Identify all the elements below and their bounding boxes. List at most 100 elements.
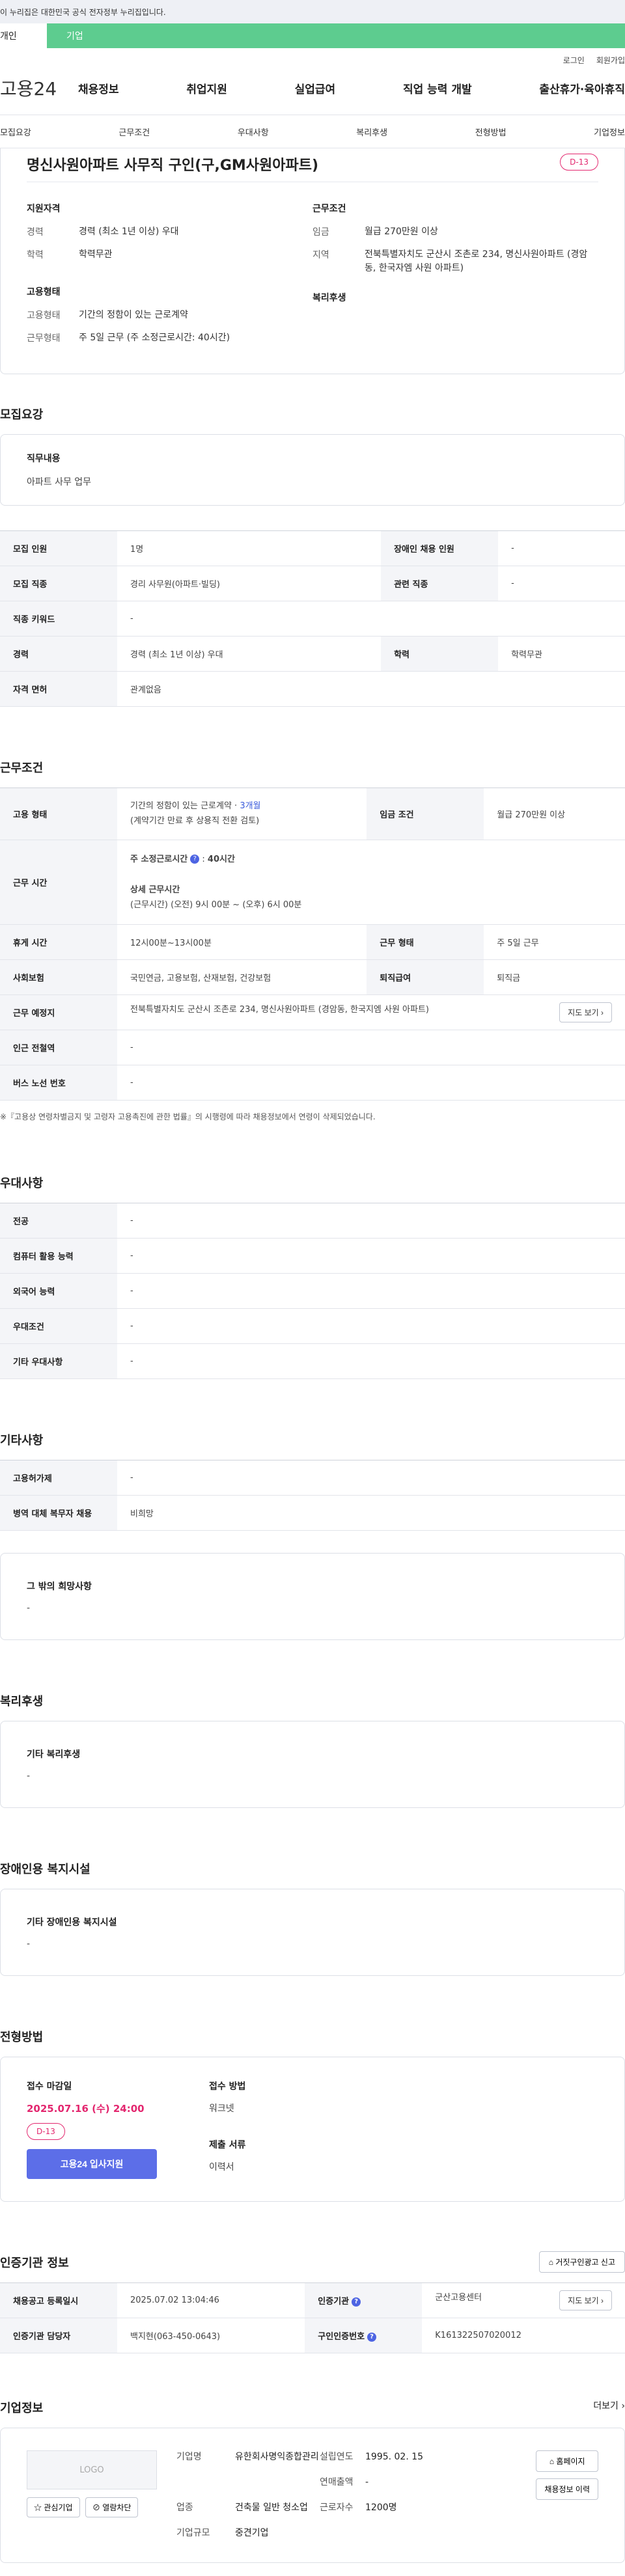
cell-value: 주 5일 근무 — [484, 924, 625, 960]
tab-selection[interactable]: 전형방법 — [475, 126, 507, 138]
cell-label: 휴게 시간 — [0, 924, 117, 960]
page: 이 누리집은 대한민국 공식 전자정부 누리집입니다. 개인 기업 로그인 회원… — [0, 0, 625, 2563]
help-icon[interactable]: ? — [352, 2297, 361, 2307]
cell-label: 임금 조건 — [367, 788, 484, 840]
table-row: 우대조건 - — [0, 1308, 625, 1344]
label: 근무형태 — [27, 333, 61, 344]
label: 지역 — [312, 250, 329, 260]
cell-label: 경력 — [0, 636, 117, 672]
job-history-button[interactable]: 채용정보 이력 — [536, 2478, 598, 2500]
gnb-item-parental-leave[interactable]: 출산휴가·육아휴직 — [539, 80, 625, 96]
cell-value: 기간의 정함이 있는 근로계약 · 3개월 (계약기간 만료 후 상용직 전환 … — [117, 788, 367, 840]
job-summary-card: 명신사원아파트 사무직 구인(구,GM사원아파트) D-13 지원자격 경력 경… — [0, 148, 625, 374]
duty-heading: 직무내용 — [27, 454, 61, 464]
cell-label: 근무 예정지 — [0, 994, 117, 1030]
cert-header: 인증기관 정보 ⌂ 거짓구인광고 신고 — [0, 2251, 625, 2273]
cell-value: 2025.07.02 13:04:46 — [117, 2282, 305, 2318]
cert-map-button[interactable]: 지도 보기 › — [559, 2290, 612, 2310]
cell-label: 전공 — [0, 1203, 117, 1239]
cell-label: 자격 면허 — [0, 671, 117, 707]
label: 임금 — [312, 227, 329, 238]
label-text: 인증기관 — [318, 2297, 350, 2307]
welfare-body: - — [27, 1771, 31, 1781]
summary-career: 경력 경력 (최소 1년 이상) 우대 — [27, 225, 312, 239]
cell-value: - — [117, 601, 625, 637]
login-link[interactable]: 로그인 — [563, 55, 585, 66]
company-header: 기업정보 더보기 › — [0, 2399, 625, 2416]
label: 기업규모 — [176, 2528, 210, 2538]
cell-value: 경리 사무원(아파트·빌딩) — [117, 566, 382, 601]
cell-value: - — [117, 1343, 625, 1379]
preference-table: 전공 - 컴퓨터 활용 능력 - 외국어 능력 - 우대조건 - 기타 우대사항 - — [0, 1203, 625, 1379]
table-row: 인근 전철역 - — [0, 1030, 625, 1065]
table-row: 근무 예정지 지도 보기 › 전북특별자치도 군산시 조촌로 234, 명신사원… — [0, 994, 625, 1030]
summary-right: 근무조건 임금 월급 270만원 이상 지역 전북특별자치도 군산시 조촌로 2… — [312, 202, 598, 354]
cell-label: 근무 형태 — [367, 924, 484, 960]
tab-company-info[interactable]: 기업정보 — [594, 126, 625, 138]
gnb-item-employment-support[interactable]: 취업지원 — [186, 80, 227, 96]
company-card: LOGO ☆ 관심기업 ⊘ 열람차단 기업명 유한회사명익종합관리 설립연도 1… — [0, 2428, 625, 2563]
report-button[interactable]: ⌂ 거짓구인광고 신고 — [538, 2251, 625, 2273]
favorite-company-button[interactable]: ☆ 관심기업 — [27, 2497, 80, 2517]
gnb-item-vocational-training[interactable]: 직업 능력 개발 — [403, 80, 472, 96]
table-row: 컴퓨터 활용 능력 - — [0, 1238, 625, 1274]
cell-value: - — [117, 1460, 625, 1496]
block-company-button[interactable]: ⊘ 열람차단 — [85, 2497, 139, 2517]
gnb-item-unemployment-benefit[interactable]: 실업급여 — [295, 80, 336, 96]
help-icon[interactable]: ? — [367, 2332, 377, 2342]
cell-value: 국민연금, 고용보험, 산재보험, 건강보험 — [117, 959, 367, 995]
signup-link[interactable]: 회원가입 — [596, 55, 625, 66]
homepage-button[interactable]: ⌂ 홈페이지 — [536, 2450, 598, 2472]
preference-title: 우대사항 — [0, 1177, 44, 1190]
deadline-label: 접수 마감일 — [27, 2081, 72, 2092]
employee-count: 1200명 — [365, 2502, 397, 2513]
label: 연매출액 — [320, 2477, 354, 2487]
gnb-menu: 채용정보 취업지원 실업급여 직업 능력 개발 출산휴가·육아휴직 — [78, 80, 625, 96]
cell-label: 근무 시간 — [0, 840, 117, 925]
tab-welfare[interactable]: 복리후생 — [356, 126, 387, 138]
cell-value: 12시00분~13시00분 — [117, 924, 367, 960]
welfare-heading: 복리후생 — [312, 293, 346, 303]
detail-hours-value: (근무시간) (오전) 9시 00분 ~ (오후) 6시 00분 — [130, 899, 302, 910]
cell-label: 직종 키워드 — [0, 601, 117, 637]
docs-label: 제출 서류 — [209, 2140, 246, 2150]
detail-hours-label: 상세 근무시간 — [130, 884, 180, 895]
cell-value: 경력 (최소 1년 이상) 우대 — [117, 636, 382, 672]
table-row: 모집 인원 1명 장애인 채용 인원 - — [0, 530, 625, 566]
table-row: 버스 노선 번호 - — [0, 1065, 625, 1101]
table-row: 채용공고 등록일시 2025.07.02 13:04:46 인증기관? 군산고용… — [0, 2282, 625, 2318]
user-type-tabs: 개인 기업 — [0, 23, 625, 48]
employment-heading: 고용형태 — [27, 287, 61, 297]
company-actions: ⌂ 홈페이지 채용정보 이력 — [536, 2450, 598, 2540]
cell-value: - — [498, 566, 625, 601]
gnb-item-jobs[interactable]: 채용정보 — [78, 80, 119, 96]
apply-button[interactable]: 고용24 입사지원 — [27, 2149, 157, 2179]
tab-recruit[interactable]: 모집요강 — [0, 126, 31, 138]
tab-work-conditions[interactable]: 근무조건 — [118, 126, 150, 138]
summary-location: 지역 전북특별자치도 군산시 조촌로 234, 명신사원아파트 (경암동, 한국… — [312, 248, 598, 275]
help-icon[interactable]: ? — [190, 855, 200, 864]
table-row: 병역 대체 복무자 채용 비희망 — [0, 1495, 625, 1531]
label: 학력 — [27, 250, 44, 260]
company-logo-block: LOGO ☆ 관심기업 ⊘ 열람차단 — [27, 2450, 157, 2540]
welfare-title: 복리후생 — [0, 1695, 44, 1708]
cell-label: 구인인증번호? — [305, 2318, 423, 2353]
map-button[interactable]: 지도 보기 › — [559, 1002, 612, 1022]
summary-employment-type: 고용형태 기간의 정함이 있는 근로계약 — [27, 308, 312, 322]
tab-preferences[interactable]: 우대사항 — [238, 126, 269, 138]
more-link[interactable]: 더보기 › — [593, 2399, 625, 2412]
cell-value: 군산고용센터 지도 보기 › — [422, 2282, 625, 2318]
gov-banner-text: 이 누리집은 대한민국 공식 전자정부 누리집입니다. — [0, 7, 166, 17]
tab-company[interactable]: 기업 — [47, 23, 625, 48]
table-row: 자격 면허 관계없음 — [0, 671, 625, 707]
site-logo[interactable]: 고용24 — [0, 75, 78, 101]
disability-heading: 기타 장애인용 복지시설 — [27, 1917, 117, 1928]
duty-body: 아파트 사무 업무 — [27, 477, 92, 487]
cell-value: 백지현(063-450-0643) — [117, 2318, 305, 2353]
label: 기업명 — [176, 2452, 202, 2462]
label: 경력 — [27, 227, 44, 238]
tab-personal[interactable]: 개인 — [0, 23, 47, 48]
home-icon: ⌂ — [549, 2457, 557, 2466]
cert-table: 채용공고 등록일시 2025.07.02 13:04:46 인증기관? 군산고용… — [0, 2282, 625, 2353]
cell-value: - — [117, 1030, 625, 1065]
